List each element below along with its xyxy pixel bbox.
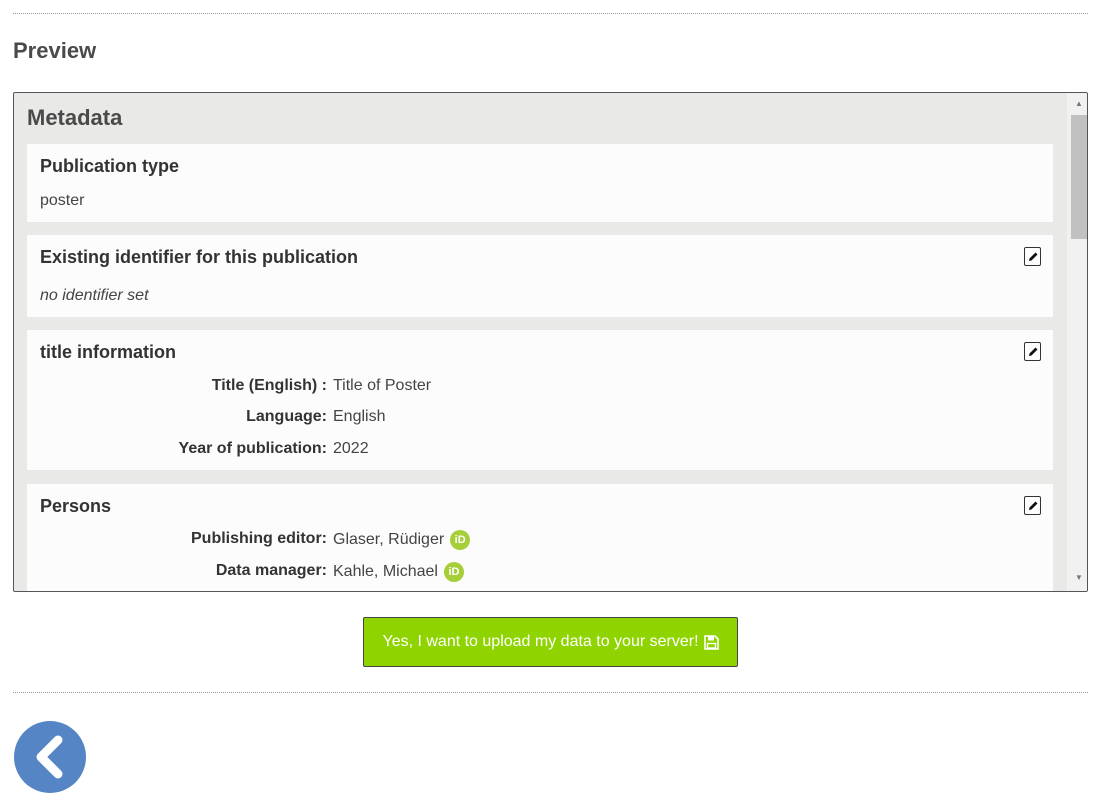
orcid-icon[interactable]: iD [443, 562, 464, 582]
publication-type-card: Publication type poster [27, 144, 1053, 222]
scroll-down-arrow-icon[interactable]: ▼ [1071, 571, 1087, 585]
back-button[interactable] [14, 721, 86, 793]
publishing-editor-row: Publishing editor: Glaser, Rüdiger iD [27, 530, 1053, 552]
preview-heading: Preview [13, 38, 97, 63]
metadata-preview-frame[interactable]: Metadata Publication type poster Existin… [13, 92, 1088, 592]
identifier-value: no identifier set [40, 287, 149, 304]
identifier-card: Existing identifier for this publication… [27, 235, 1053, 317]
edit-pencil-icon [1028, 252, 1037, 261]
data-manager-row: Data manager: Kahle, Michael iD [27, 562, 1053, 584]
bottom-divider [13, 692, 1088, 693]
identifier-title: Existing identifier for this publication [40, 247, 359, 267]
orcid-icon[interactable]: iD [450, 530, 471, 550]
metadata-heading: Metadata [27, 105, 123, 130]
title-row: Title (English) : Title of Poster [27, 377, 1053, 399]
year-label: Year of publication: [178, 440, 327, 457]
scrollbar-thumb[interactable] [1071, 115, 1087, 239]
edit-identifier-button[interactable] [1024, 247, 1041, 266]
language-value: English [333, 408, 386, 425]
title-value: Title of Poster [333, 377, 432, 394]
chevron-left-icon [36, 735, 63, 779]
edit-pencil-icon [1028, 501, 1037, 510]
publication-type-title: Publication type [40, 156, 180, 176]
publication-type-value: poster [40, 192, 85, 209]
data-manager-label: Data manager: [215, 562, 327, 579]
language-label: Language: [246, 408, 327, 425]
year-value: 2022 [333, 440, 369, 457]
scroll-up-arrow-icon[interactable]: ▲ [1071, 97, 1087, 111]
edit-pencil-icon [1028, 347, 1037, 356]
year-row: Year of publication: 2022 [27, 440, 1053, 462]
title-information-card: title information Title (English) : Titl… [27, 330, 1053, 470]
upload-data-button[interactable]: Yes, I want to upload my data to your se… [363, 617, 738, 667]
publishing-editor-label: Publishing editor: [191, 530, 327, 547]
publishing-editor-value: Glaser, Rüdiger [333, 531, 445, 548]
edit-title-information-button[interactable] [1024, 342, 1041, 361]
language-row: Language: English [27, 408, 1053, 430]
vertical-scrollbar[interactable]: ▲ ▼ [1067, 93, 1087, 591]
upload-button-label: Yes, I want to upload my data to your se… [382, 633, 699, 650]
data-manager-value: Kahle, Michael [333, 563, 438, 580]
top-divider [13, 13, 1088, 14]
edit-persons-button[interactable] [1024, 496, 1041, 515]
title-label: Title (English) : [211, 377, 327, 394]
floppy-disk-icon [703, 634, 719, 650]
persons-title: Persons [40, 496, 112, 516]
title-information-title: title information [40, 342, 176, 362]
persons-card: Persons Publishing editor: Glaser, Rüdig… [27, 484, 1053, 591]
